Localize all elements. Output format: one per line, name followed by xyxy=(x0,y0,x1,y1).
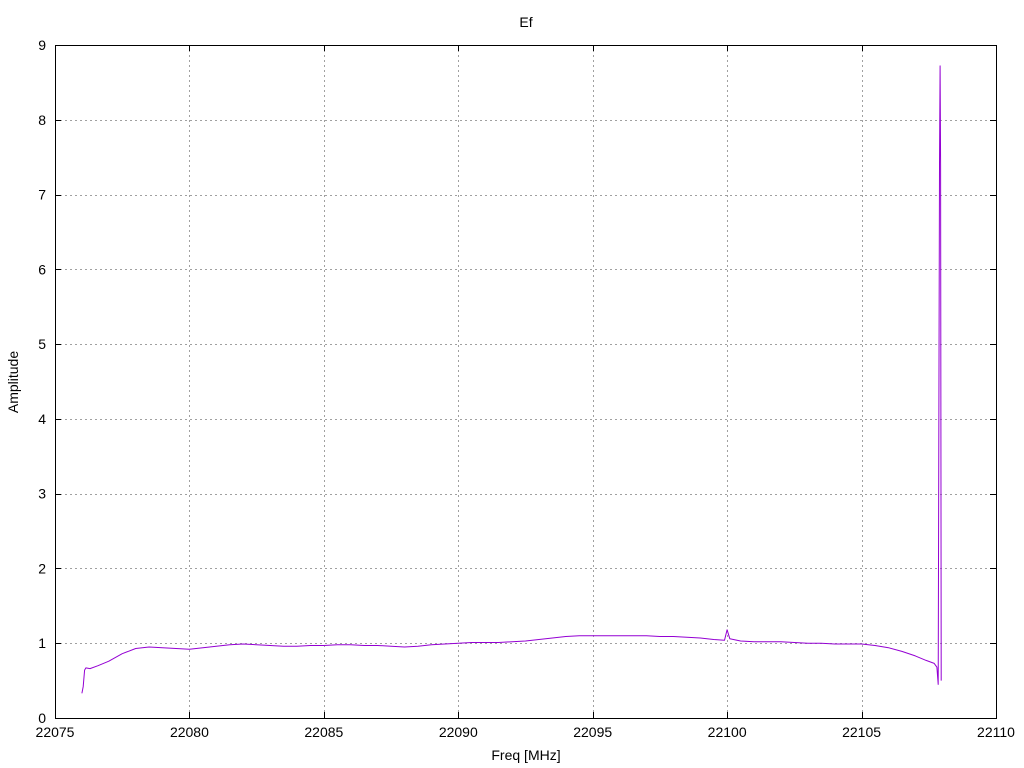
y-tick-label: 2 xyxy=(38,560,46,576)
plot-frame xyxy=(55,45,997,719)
y-tick-labels: 0 1 2 3 4 5 6 7 8 9 xyxy=(38,37,46,726)
x-tick-label: 22090 xyxy=(439,724,478,740)
chart-title: Ef xyxy=(519,14,532,30)
series-line xyxy=(81,65,942,694)
y-tick-label: 0 xyxy=(38,710,46,726)
x-tick-label: 22100 xyxy=(708,724,747,740)
x-tick-label: 22075 xyxy=(36,724,75,740)
x-tick-label: 22110 xyxy=(977,724,1015,740)
y-tick-label: 1 xyxy=(38,635,46,651)
y-tick-label: 4 xyxy=(38,411,46,427)
y-tick-label: 8 xyxy=(38,112,46,128)
axis-ticks xyxy=(55,45,997,719)
line-chart: 22075 22080 22085 22090 22095 22100 22105 22110… xyxy=(5,14,1016,763)
x-axis-title: Freq [MHz] xyxy=(491,747,560,763)
x-tick-labels: 22075 22080 22085 22090 22095 22100 22105 22110 xyxy=(36,724,1016,740)
y-tick-label: 5 xyxy=(38,336,46,352)
x-tick-label: 22095 xyxy=(573,724,612,740)
y-tick-label: 7 xyxy=(38,187,46,203)
x-tick-label: 22105 xyxy=(842,724,881,740)
y-tick-label: 9 xyxy=(38,37,46,53)
y-axis-title: Amplitude xyxy=(5,351,21,413)
y-tick-label: 6 xyxy=(38,261,46,277)
y-tick-label: 3 xyxy=(38,486,46,502)
x-tick-label: 22085 xyxy=(304,724,343,740)
x-tick-label: 22080 xyxy=(170,724,209,740)
series-layer xyxy=(81,65,942,694)
grid-lines xyxy=(55,45,996,718)
